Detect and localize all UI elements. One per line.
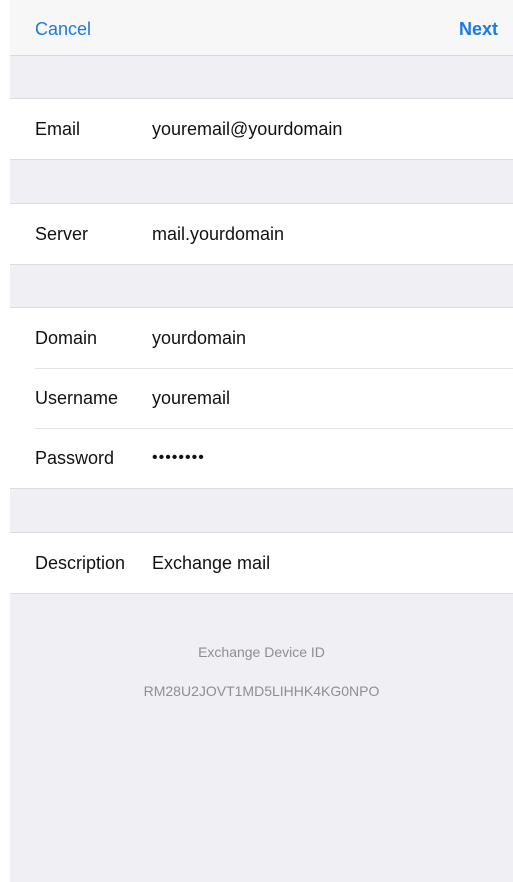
username-field[interactable]	[152, 386, 492, 410]
domain-field[interactable]	[152, 326, 492, 350]
password-row[interactable]: Password	[10, 428, 513, 488]
description-row[interactable]: Description	[10, 533, 513, 593]
username-label: Username	[35, 388, 119, 408]
device-id-value: RM28U2JOVT1MD5LIHHK4KG0NPO	[143, 683, 380, 699]
email-group: Email	[10, 98, 513, 160]
domain-row[interactable]: Domain	[10, 308, 513, 368]
username-row[interactable]: Username	[10, 368, 513, 428]
device-id-footer: Exchange Device ID RM28U2JOVT1MD5LIHHK4K…	[10, 642, 513, 701]
device-id-title: Exchange Device ID	[198, 644, 325, 660]
next-button[interactable]: Next	[459, 18, 498, 40]
email-label: Email	[35, 119, 81, 139]
password-label: Password	[35, 448, 115, 468]
email-field[interactable]	[152, 117, 492, 141]
description-label: Description	[35, 553, 126, 573]
account-setup-screen: Cancel Next Email Server Domain Username…	[10, 0, 513, 882]
server-row[interactable]: Server	[10, 204, 513, 264]
cancel-button[interactable]: Cancel	[35, 18, 91, 40]
navigation-bar: Cancel Next	[10, 0, 513, 56]
credentials-group: Domain Username Password	[10, 307, 513, 489]
description-group: Description	[10, 532, 513, 594]
description-field[interactable]	[152, 551, 492, 575]
server-field[interactable]	[152, 222, 492, 246]
email-row[interactable]: Email	[10, 99, 513, 159]
password-field[interactable]	[152, 446, 492, 470]
domain-label: Domain	[35, 328, 98, 348]
server-group: Server	[10, 203, 513, 265]
server-label: Server	[35, 224, 89, 244]
